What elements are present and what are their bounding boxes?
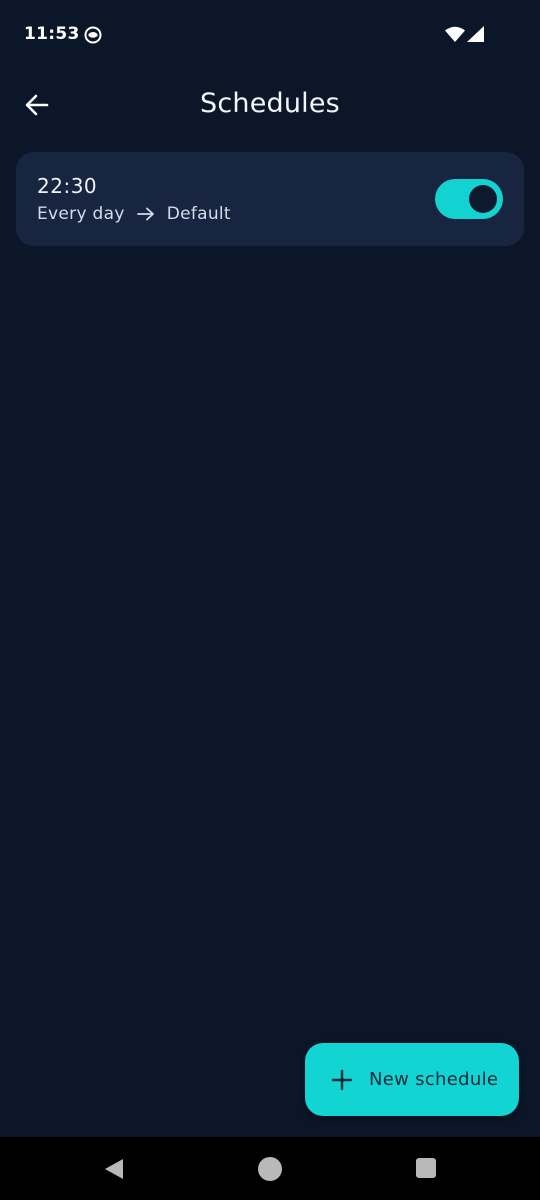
status-time: 11:53: [24, 24, 80, 44]
status-bar: 11:53: [0, 0, 540, 70]
schedule-profile: Default: [166, 204, 231, 224]
wifi-icon: [445, 26, 465, 42]
schedule-time: 22:30: [37, 174, 98, 198]
schedule-repeat: Every day: [37, 204, 125, 224]
schedule-details: Every day Default: [37, 204, 231, 224]
nav-home-icon[interactable]: [258, 1157, 282, 1181]
system-navigation-bar: [0, 1137, 540, 1200]
nav-recents-icon[interactable]: [416, 1158, 436, 1178]
schedule-enabled-toggle[interactable]: [435, 179, 503, 219]
schedules-screen: 11:53 Schedules 22:30 Every day Default: [0, 0, 540, 1200]
plus-icon: [331, 1069, 353, 1090]
toggle-thumb: [469, 185, 497, 213]
schedule-card[interactable]: 22:30 Every day Default: [16, 152, 524, 246]
page-title: Schedules: [200, 88, 340, 119]
cell-signal-icon: [467, 26, 484, 42]
app-notification-icon: [84, 26, 102, 44]
nav-back-icon[interactable]: [102, 1157, 126, 1181]
top-app-bar: Schedules: [0, 70, 540, 140]
new-schedule-button[interactable]: New schedule: [305, 1043, 519, 1116]
arrow-right-icon: [136, 207, 154, 221]
new-schedule-label: New schedule: [369, 1069, 499, 1090]
